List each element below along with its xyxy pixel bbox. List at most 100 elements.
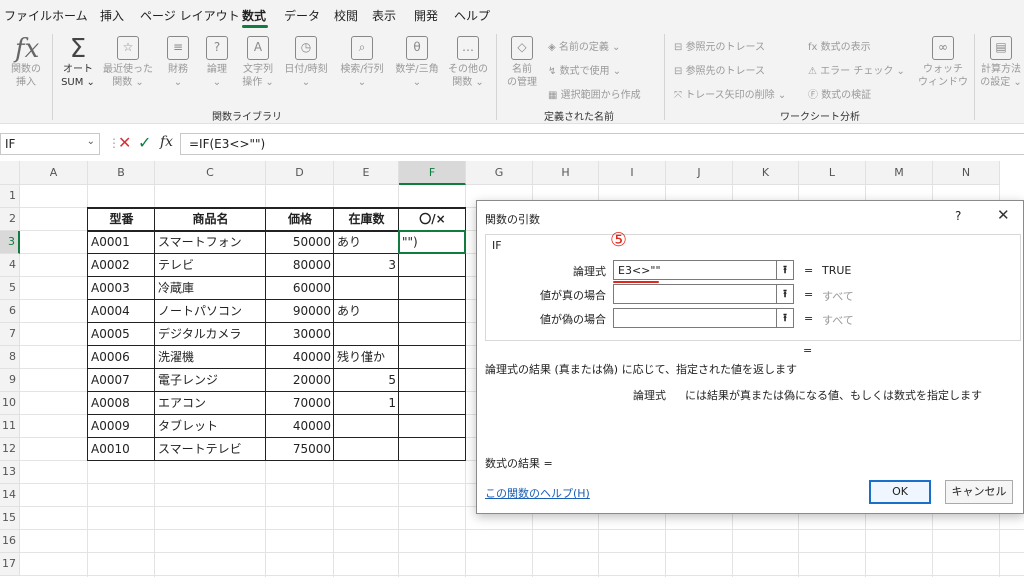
table-cell[interactable]: 70000: [266, 392, 334, 415]
table-cell[interactable]: [399, 254, 466, 277]
recent-functions-button[interactable]: ☆ 最近使った 関数 ⌄: [100, 36, 156, 89]
error-checking-button[interactable]: ⚠ エラー チェック ⌄: [808, 62, 905, 77]
table-cell[interactable]: テレビ: [155, 254, 266, 277]
table-cell[interactable]: 80000: [266, 254, 334, 277]
table-cell[interactable]: [399, 415, 466, 438]
table-cell[interactable]: A0006: [88, 346, 155, 369]
active-cell-F3[interactable]: [398, 230, 466, 254]
collapse-ref-icon[interactable]: ⭱: [776, 260, 794, 280]
row-header[interactable]: 7: [0, 323, 20, 346]
ok-button[interactable]: OK: [869, 480, 931, 504]
column-header[interactable]: N: [933, 161, 1000, 185]
table-cell[interactable]: [399, 438, 466, 461]
column-header[interactable]: E: [334, 161, 399, 185]
use-in-formula-button[interactable]: ↯ 数式で使用 ⌄: [548, 62, 621, 77]
column-header[interactable]: H: [533, 161, 599, 185]
close-icon[interactable]: ✕: [997, 206, 1010, 224]
row-header[interactable]: 6: [0, 300, 20, 323]
define-name-button[interactable]: ◈ 名前の定義 ⌄: [548, 38, 620, 53]
table-cell[interactable]: A0007: [88, 369, 155, 392]
logical-test-input[interactable]: E3<>"": [613, 260, 793, 280]
column-header[interactable]: L: [799, 161, 866, 185]
name-box[interactable]: IF ⌄: [0, 133, 100, 155]
row-header[interactable]: 11: [0, 415, 20, 438]
table-cell[interactable]: A0002: [88, 254, 155, 277]
chevron-down-icon[interactable]: ⌄: [87, 136, 95, 147]
table-cell[interactable]: 5: [334, 369, 399, 392]
table-header-cell[interactable]: 型番: [88, 208, 155, 231]
row-header[interactable]: 1: [0, 185, 20, 208]
financial-button[interactable]: ≡ 財務 ⌄: [160, 36, 196, 89]
column-header[interactable]: K: [733, 161, 799, 185]
datetime-button[interactable]: ◷ 日付/時刻 ⌄: [280, 36, 332, 89]
insert-function-icon[interactable]: fx: [160, 134, 173, 150]
table-cell[interactable]: A0004: [88, 300, 155, 323]
table-cell[interactable]: スマートフォン: [155, 231, 266, 254]
table-cell[interactable]: 1: [334, 392, 399, 415]
formula-input[interactable]: =IF(E3<>""): [180, 133, 1024, 155]
row-header[interactable]: 9: [0, 369, 20, 392]
menu-file[interactable]: ファイル: [4, 7, 52, 24]
table-cell[interactable]: [399, 277, 466, 300]
table-header-cell[interactable]: 在庫数: [334, 208, 399, 231]
menu-home[interactable]: ホーム: [52, 7, 88, 24]
row-header[interactable]: 5: [0, 277, 20, 300]
table-cell[interactable]: 3: [334, 254, 399, 277]
menu-page-layout[interactable]: ページ レイアウト: [140, 7, 240, 24]
table-cell[interactable]: A0003: [88, 277, 155, 300]
watch-window-button[interactable]: ∞ ウォッチ ウィンドウ: [918, 36, 968, 89]
table-cell[interactable]: 30000: [266, 323, 334, 346]
row-header[interactable]: 4: [0, 254, 20, 277]
more-functions-button[interactable]: … その他の 関数 ⌄: [446, 36, 490, 89]
table-cell[interactable]: あり: [334, 300, 399, 323]
table-cell[interactable]: A0008: [88, 392, 155, 415]
table-header-cell[interactable]: 商品名: [155, 208, 266, 231]
row-header[interactable]: 14: [0, 484, 20, 507]
table-cell[interactable]: 90000: [266, 300, 334, 323]
name-manager-button[interactable]: ◇ 名前 の管理: [502, 36, 542, 89]
table-cell[interactable]: 洗濯機: [155, 346, 266, 369]
table-cell[interactable]: 冷蔵庫: [155, 277, 266, 300]
table-cell[interactable]: 60000: [266, 277, 334, 300]
table-header-cell[interactable]: 〇/×: [399, 208, 466, 231]
row-header[interactable]: 8: [0, 346, 20, 369]
row-header[interactable]: 16: [0, 530, 20, 553]
column-header[interactable]: G: [466, 161, 533, 185]
menu-data[interactable]: データ: [284, 7, 320, 24]
table-cell[interactable]: 40000: [266, 346, 334, 369]
calc-options-button[interactable]: ▤ 計算方法 の設定 ⌄: [978, 36, 1024, 89]
value-if-false-input[interactable]: [613, 308, 793, 328]
row-header[interactable]: 10: [0, 392, 20, 415]
enter-check-icon[interactable]: ✓: [138, 133, 151, 152]
trace-precedents-button[interactable]: ⊟ 参照元のトレース: [674, 38, 765, 53]
column-header[interactable]: J: [666, 161, 733, 185]
text-functions-button[interactable]: A 文字列 操作 ⌄: [238, 36, 278, 89]
math-button[interactable]: θ 数学/三角 ⌄: [390, 36, 444, 89]
insert-function-button[interactable]: fx 関数の 挿入: [6, 36, 46, 89]
row-header[interactable]: 13: [0, 461, 20, 484]
table-cell[interactable]: [399, 392, 466, 415]
help-question-icon[interactable]: ?: [955, 209, 961, 223]
cancel-icon[interactable]: ✕: [118, 133, 131, 152]
table-cell[interactable]: [334, 415, 399, 438]
table-cell[interactable]: スマートテレビ: [155, 438, 266, 461]
logical-button[interactable]: ? 論理 ⌄: [200, 36, 234, 89]
column-header[interactable]: I: [599, 161, 666, 185]
menu-review[interactable]: 校閲: [334, 7, 358, 24]
column-header[interactable]: D: [266, 161, 334, 185]
table-cell[interactable]: A0005: [88, 323, 155, 346]
table-cell[interactable]: 50000: [266, 231, 334, 254]
table-cell[interactable]: [399, 346, 466, 369]
table-cell[interactable]: 75000: [266, 438, 334, 461]
trace-dependents-button[interactable]: ⊟ 参照先のトレース: [674, 62, 765, 77]
table-cell[interactable]: ノートパソコン: [155, 300, 266, 323]
table-cell[interactable]: [399, 323, 466, 346]
table-header-cell[interactable]: 価格: [266, 208, 334, 231]
menu-developer[interactable]: 開発: [414, 7, 438, 24]
menu-insert[interactable]: 挿入: [100, 7, 124, 24]
table-cell[interactable]: A0001: [88, 231, 155, 254]
show-formulas-button[interactable]: fx 数式の表示: [808, 38, 871, 53]
table-cell[interactable]: デジタルカメラ: [155, 323, 266, 346]
evaluate-formula-button[interactable]: Ⓕ 数式の検証: [808, 86, 871, 101]
table-cell[interactable]: [334, 438, 399, 461]
